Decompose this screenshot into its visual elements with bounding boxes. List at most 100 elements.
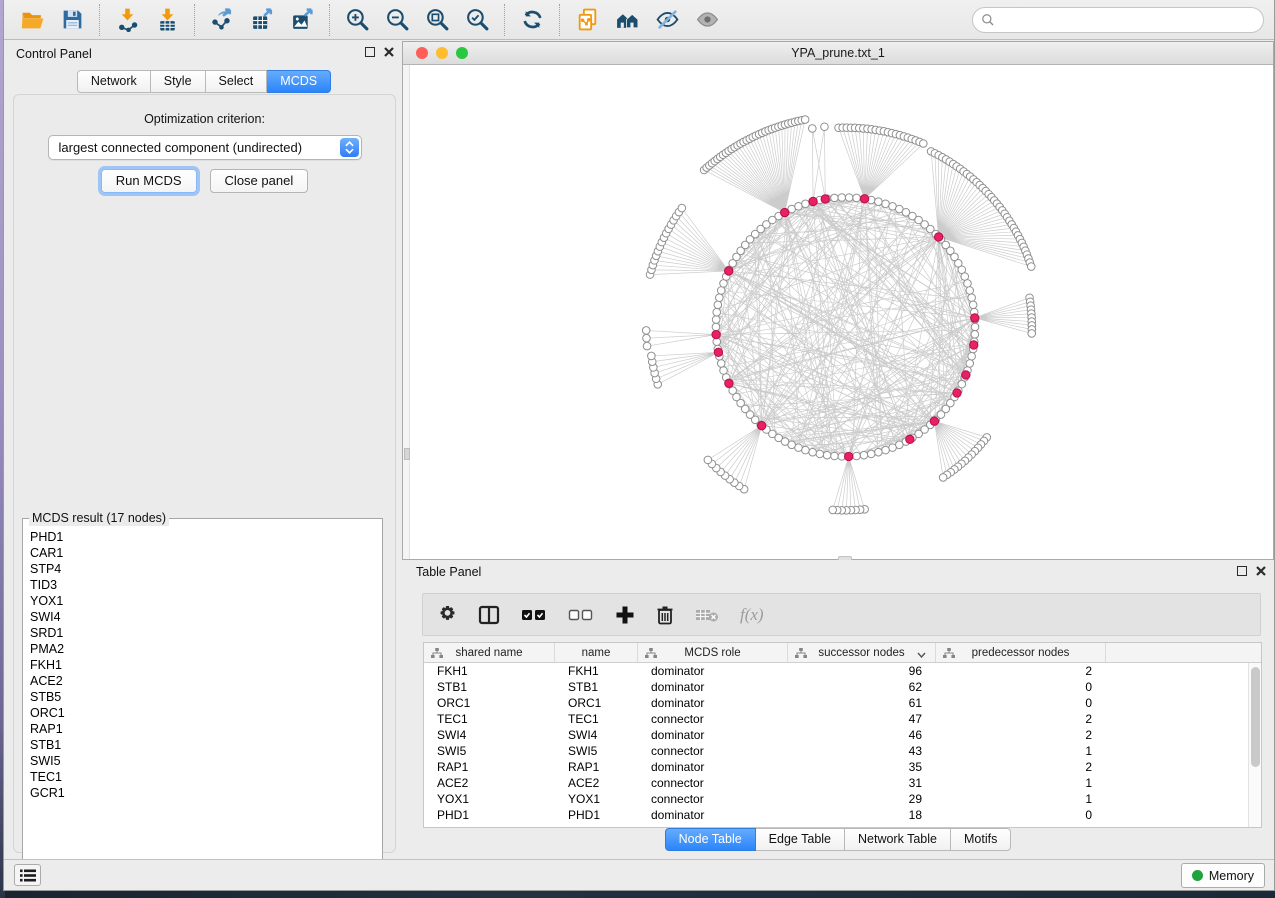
network-node[interactable]: [678, 204, 686, 212]
tab-select[interactable]: Select: [206, 70, 268, 93]
network-node[interactable]: [968, 294, 976, 302]
network-node[interactable]: [809, 125, 817, 133]
network-node[interactable]: [717, 360, 725, 368]
table-scrollbar[interactable]: [1248, 663, 1261, 827]
import-network-icon[interactable]: [107, 4, 147, 36]
network-node[interactable]: [920, 140, 928, 148]
network-left-splitter[interactable]: [403, 65, 410, 559]
mcds-dominator-node[interactable]: [757, 422, 765, 430]
network-node[interactable]: [823, 451, 831, 459]
run-mcds-button[interactable]: Run MCDS: [101, 169, 197, 193]
column-header-name[interactable]: name: [555, 643, 638, 662]
table-row-YOX1[interactable]: YOX1YOX1connector291: [424, 791, 1248, 807]
network-node[interactable]: [712, 323, 720, 331]
network-node[interactable]: [831, 452, 839, 460]
settings-gear-icon[interactable]: [438, 605, 457, 624]
mcds-result-item[interactable]: ACE2: [30, 673, 380, 689]
network-node[interactable]: [882, 200, 890, 208]
table-row-ORC1[interactable]: ORC1ORC1dominator610: [424, 695, 1248, 711]
table-row-TEC1[interactable]: TEC1TEC1connector472: [424, 711, 1248, 727]
network-node[interactable]: [966, 360, 974, 368]
table-row-ACE2[interactable]: ACE2ACE2connector311: [424, 775, 1248, 791]
network-node[interactable]: [1028, 330, 1036, 338]
network-node[interactable]: [853, 194, 861, 202]
mcds-result-item[interactable]: CAR1: [30, 545, 380, 561]
network-node[interactable]: [971, 323, 979, 331]
network-canvas[interactable]: [410, 65, 1273, 559]
search-field[interactable]: [972, 7, 1264, 33]
network-node[interactable]: [648, 352, 656, 360]
search-input[interactable]: [995, 8, 1263, 32]
network-node[interactable]: [642, 327, 650, 335]
network-node[interactable]: [853, 452, 861, 460]
task-history-button[interactable]: [14, 864, 41, 886]
mcds-dominator-node[interactable]: [962, 371, 970, 379]
float-panel-icon[interactable]: [1237, 566, 1247, 576]
close-panel-icon[interactable]: [384, 47, 394, 57]
table-row-SWI5[interactable]: SWI5SWI5connector431: [424, 743, 1248, 759]
mcds-dominator-node[interactable]: [953, 389, 961, 397]
mcds-dominator-node[interactable]: [934, 233, 942, 241]
network-node[interactable]: [829, 506, 837, 514]
network-node[interactable]: [964, 280, 972, 288]
function-builder-icon[interactable]: f(x): [740, 605, 764, 625]
network-node[interactable]: [838, 194, 846, 202]
zoom-fit-icon[interactable]: [417, 4, 457, 36]
scrollbar-thumb[interactable]: [1251, 667, 1260, 767]
table-row-PHD1[interactable]: PHD1PHD1dominator180: [424, 807, 1248, 823]
memory-button[interactable]: Memory: [1181, 863, 1265, 888]
network-node[interactable]: [716, 294, 724, 302]
mcds-dominator-node[interactable]: [781, 208, 789, 216]
table-row-SWI4[interactable]: SWI4SWI4dominator462: [424, 727, 1248, 743]
zoom-selected-icon[interactable]: [457, 4, 497, 36]
zoom-in-icon[interactable]: [337, 4, 377, 36]
mcds-result-item[interactable]: PHD1: [30, 529, 380, 545]
duplicate-network-icon[interactable]: [567, 4, 607, 36]
float-panel-icon[interactable]: [365, 47, 375, 57]
network-node[interactable]: [802, 446, 810, 454]
deselect-all-checkboxes-icon[interactable]: [568, 608, 594, 622]
table-row-STB1[interactable]: STB1STB1dominator620: [424, 679, 1248, 695]
mcds-result-item[interactable]: TEC1: [30, 769, 380, 785]
select-all-checkboxes-icon[interactable]: [521, 608, 547, 622]
mcds-dominator-node[interactable]: [821, 195, 829, 203]
open-file-icon[interactable]: [12, 4, 52, 36]
network-node[interactable]: [889, 444, 897, 452]
network-node[interactable]: [713, 308, 721, 316]
first-neighbors-icon[interactable]: [607, 4, 647, 36]
network-node[interactable]: [712, 316, 720, 324]
mcds-result-item[interactable]: STP4: [30, 561, 380, 577]
network-node[interactable]: [875, 448, 883, 456]
network-node[interactable]: [831, 194, 839, 202]
optimization-criterion-select[interactable]: largest connected component (undirected): [48, 135, 362, 160]
export-network-icon[interactable]: [202, 4, 242, 36]
column-header-MCDS-role[interactable]: MCDS role: [638, 643, 788, 662]
save-session-icon[interactable]: [52, 4, 92, 36]
tab-motifs[interactable]: Motifs: [951, 828, 1011, 851]
mcds-dominator-node[interactable]: [712, 330, 720, 338]
network-node[interactable]: [720, 367, 728, 375]
table-row-RAP1[interactable]: RAP1RAP1dominator352: [424, 759, 1248, 775]
network-node[interactable]: [875, 198, 883, 206]
mcds-dominator-node[interactable]: [860, 195, 868, 203]
mcds-result-item[interactable]: SRD1: [30, 625, 380, 641]
mcds-result-item[interactable]: SWI5: [30, 753, 380, 769]
network-graph[interactable]: [410, 65, 1273, 559]
column-header-shared-name[interactable]: shared name: [424, 643, 555, 662]
mcds-result-item[interactable]: PMA2: [30, 641, 380, 657]
network-node[interactable]: [809, 448, 817, 456]
mcds-result-item[interactable]: FKH1: [30, 657, 380, 673]
delete-table-icon[interactable]: [695, 607, 719, 623]
network-node[interactable]: [801, 116, 809, 124]
column-header-predecessor-nodes[interactable]: predecessor nodes: [936, 643, 1106, 662]
mcds-dominator-node[interactable]: [714, 348, 722, 356]
show-all-icon[interactable]: [687, 4, 727, 36]
mcds-result-item[interactable]: STB1: [30, 737, 380, 753]
import-table-icon[interactable]: [147, 4, 187, 36]
tab-style[interactable]: Style: [151, 70, 206, 93]
network-node[interactable]: [717, 287, 725, 295]
export-image-icon[interactable]: [282, 4, 322, 36]
mcds-dominator-node[interactable]: [906, 435, 914, 443]
column-header-successor-nodes[interactable]: successor nodes: [788, 643, 936, 662]
mcds-result-item[interactable]: RAP1: [30, 721, 380, 737]
